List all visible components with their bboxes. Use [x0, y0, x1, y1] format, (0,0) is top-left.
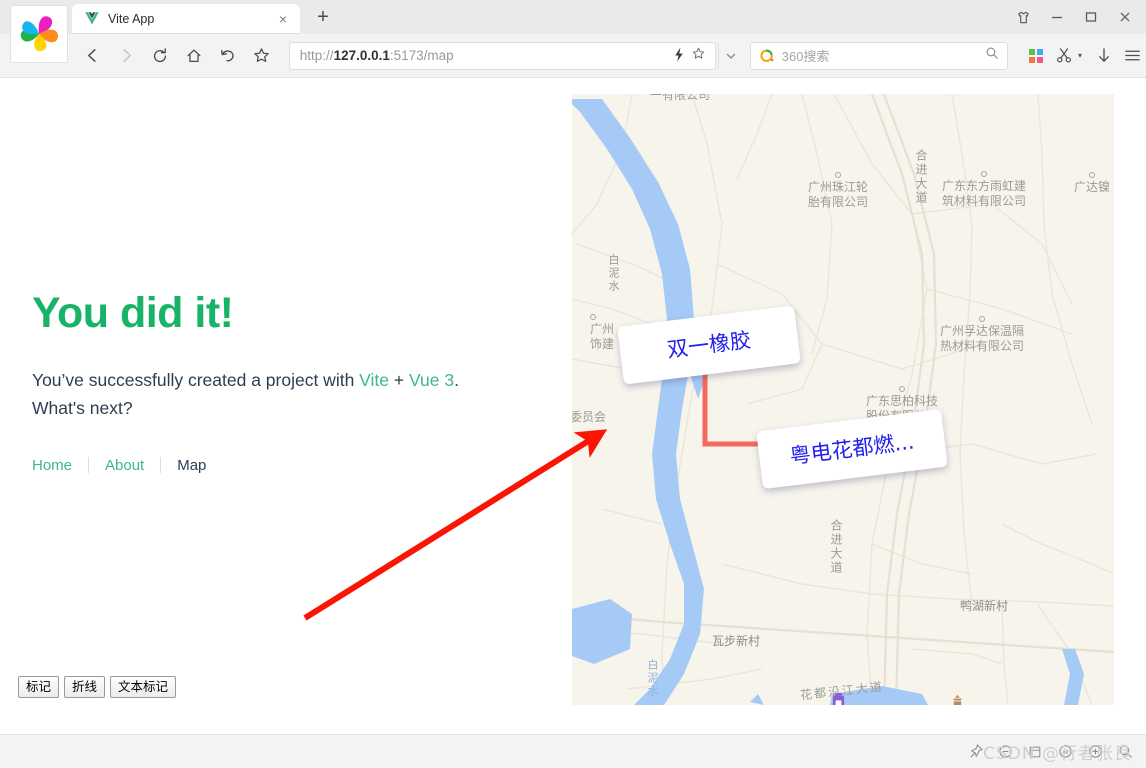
url-text: http://127.0.0.1:5173/map: [299, 48, 454, 63]
undo-icon[interactable]: [213, 41, 243, 71]
map-polyline-overlay: [702, 364, 817, 447]
vue-link[interactable]: Vue 3: [409, 370, 454, 390]
zoom-percent-icon[interactable]: %: [1050, 739, 1080, 765]
download-icon[interactable]: [1090, 42, 1118, 70]
search-icon[interactable]: [1110, 739, 1140, 765]
map-tool-buttons: 标记 折线 文本标记: [18, 676, 177, 699]
desc-part1: You’ve successfully created a project wi…: [32, 370, 360, 391]
forward-arrow-icon: [112, 41, 142, 71]
zoom-out-icon[interactable]: [990, 739, 1020, 765]
page-description: You’ve successfully created a project wi…: [32, 366, 502, 423]
vue-logo-icon: [84, 11, 100, 27]
browser-toolbar: http://127.0.0.1:5173/map 360搜索 ▾: [0, 34, 1146, 78]
text-marker-button[interactable]: 文本标记: [110, 676, 177, 699]
magnifier-icon[interactable]: [985, 46, 999, 65]
page-viewport: You did it! You’ve successfully created …: [0, 79, 1146, 734]
nav-links: Home About Map: [32, 457, 502, 474]
text-marker-label: 双一橡胶: [665, 327, 753, 362]
bookmark-star-icon[interactable]: [247, 41, 277, 71]
skin-icon[interactable]: [1006, 2, 1040, 32]
home-icon[interactable]: [179, 41, 209, 71]
text-marker-label: 粤电花都燃...: [788, 428, 916, 469]
pin-icon[interactable]: [960, 739, 990, 765]
maximize-button[interactable]: [1074, 2, 1108, 32]
browser-window: Vite App × + http://127.0.0.1:5173/map 3…: [0, 0, 1146, 768]
scissors-dropdown-caret-icon[interactable]: ▾: [1078, 51, 1090, 60]
polyline-button[interactable]: 折线: [64, 676, 106, 699]
window-controls: [1006, 0, 1142, 34]
close-button[interactable]: [1108, 2, 1142, 32]
reload-icon[interactable]: [146, 41, 176, 71]
map-canvas[interactable]: 一有限公司 广州珠江轮 胎有限公司 合进大道 广东东方雨虹建 筑材料有限公司 广达镍…: [572, 94, 1114, 705]
lightning-icon[interactable]: [669, 46, 689, 65]
nav-link-about[interactable]: About: [89, 457, 160, 474]
tab-strip: Vite App × +: [72, 0, 336, 34]
add-bookmark-icon[interactable]: [689, 46, 709, 65]
360-search-logo-icon: [759, 48, 775, 64]
hero-section: You did it! You’ve successfully created …: [32, 289, 502, 474]
tab-title: Vite App: [108, 12, 155, 26]
vite-link[interactable]: Vite: [359, 370, 389, 390]
new-tab-button[interactable]: +: [310, 4, 336, 30]
hamburger-menu-icon[interactable]: [1118, 42, 1146, 70]
minimize-button[interactable]: [1040, 2, 1074, 32]
tab-close-icon[interactable]: ×: [274, 10, 292, 28]
svg-text:%: %: [1062, 749, 1068, 756]
scissors-icon[interactable]: [1050, 42, 1078, 70]
page-title: You did it!: [32, 289, 234, 337]
back-arrow-icon[interactable]: [78, 41, 108, 71]
chevron-down-icon[interactable]: [717, 41, 744, 70]
nav-link-home[interactable]: Home: [32, 457, 88, 474]
nav-link-map[interactable]: Map: [161, 457, 222, 474]
search-bar[interactable]: 360搜索: [749, 41, 1009, 70]
marker-button[interactable]: 标记: [18, 676, 60, 699]
address-bar[interactable]: http://127.0.0.1:5173/map: [288, 41, 716, 70]
360-browser-logo-icon: [20, 16, 59, 52]
page-fit-icon[interactable]: [1020, 739, 1050, 765]
apps-grid-icon[interactable]: [1022, 42, 1050, 70]
search-input[interactable]: 360搜索: [782, 46, 985, 65]
status-bar: %: [0, 734, 1146, 768]
toolbar-icons: ▾: [1022, 42, 1146, 70]
browser-tab[interactable]: Vite App ×: [72, 4, 300, 34]
browser-brand-logo: [10, 5, 68, 63]
zoom-in-icon[interactable]: [1080, 739, 1110, 765]
desc-plus: +: [389, 370, 409, 391]
